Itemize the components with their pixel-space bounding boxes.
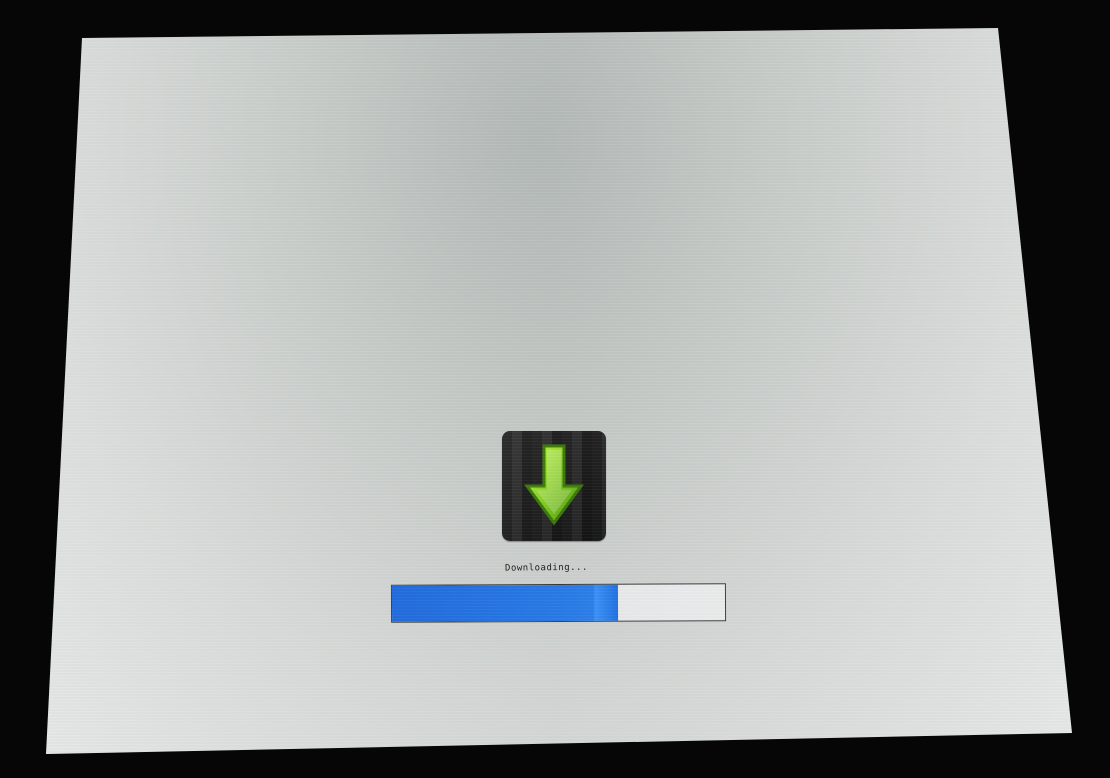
downloading-status-text: Downloading... <box>504 562 588 574</box>
download-arrow-icon <box>502 431 606 541</box>
download-mode-screen: Downloading... <box>46 28 1072 754</box>
device-photo-frame: Downloading... <box>0 0 1110 778</box>
download-progress-bar <box>390 583 727 623</box>
download-progress-fill <box>391 584 619 622</box>
